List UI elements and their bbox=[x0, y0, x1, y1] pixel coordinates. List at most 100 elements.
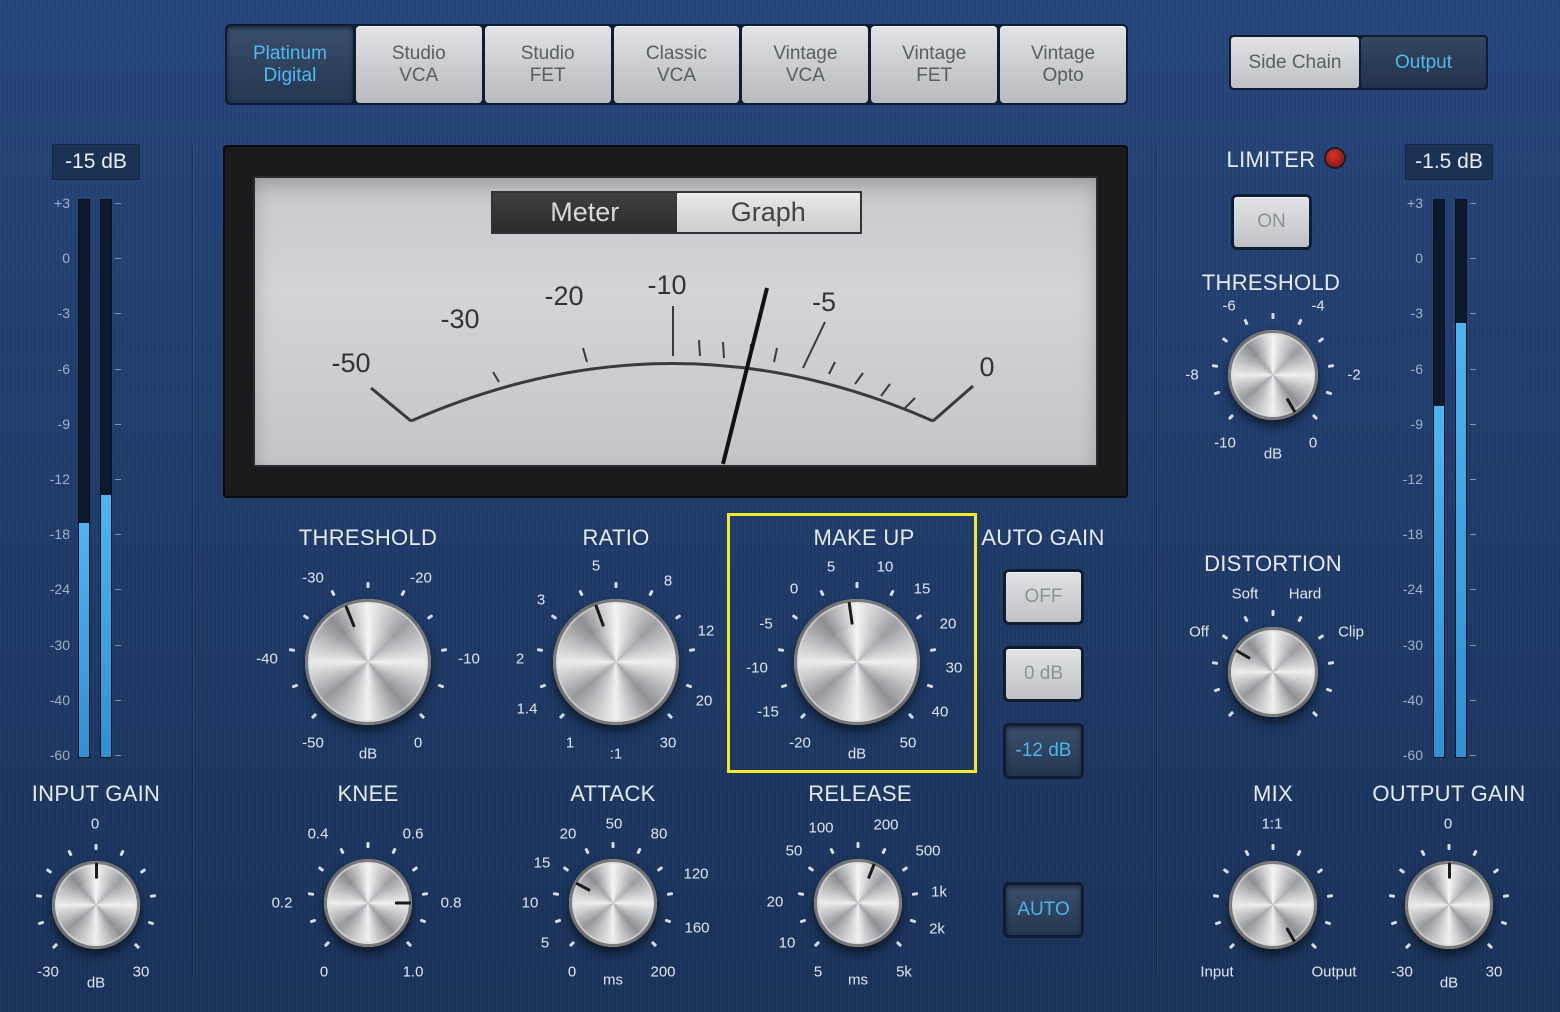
threshold-unit-label: dB bbox=[358, 745, 378, 763]
release-scale-mark bbox=[912, 891, 919, 896]
attack-scale-label: 80 bbox=[650, 825, 668, 843]
meter-scale-label: -60 bbox=[1402, 747, 1423, 763]
distortion-scale-mark bbox=[1328, 660, 1335, 665]
ratio-knob-indicator bbox=[593, 604, 605, 627]
threshold-scale-mark bbox=[400, 590, 406, 597]
output-meter-left bbox=[1433, 199, 1445, 758]
threshold-scale-label: -20 bbox=[410, 569, 432, 587]
mix-scale-mark bbox=[1324, 920, 1332, 926]
release-scale-label: 50 bbox=[785, 842, 803, 860]
vu-label: -20 bbox=[544, 281, 583, 311]
output-meter-right-fill bbox=[1456, 322, 1466, 757]
limiter-threshold-scale-mark bbox=[1271, 313, 1275, 319]
right-divider bbox=[1156, 145, 1157, 975]
ratio-scale-label: 12 bbox=[697, 622, 715, 640]
mix-scale-mark bbox=[1212, 893, 1219, 898]
limiter-threshold-knob[interactable] bbox=[1228, 330, 1318, 420]
output-gain-scale-mark bbox=[1492, 867, 1500, 874]
knee-scale-mark bbox=[411, 865, 419, 872]
model-button-1[interactable]: Studio VCA bbox=[355, 26, 482, 103]
vu-tick bbox=[582, 347, 588, 363]
output-gain-unit-label: dB bbox=[1439, 974, 1459, 992]
input-level-readout: -15 dB bbox=[52, 144, 140, 180]
meter-scale-label: -9 bbox=[57, 415, 70, 432]
ratio-scale-label: 30 bbox=[659, 734, 677, 752]
meter-scale-label: -24 bbox=[1402, 581, 1423, 598]
threshold-knob[interactable] bbox=[305, 599, 431, 725]
limiter-threshold-scale-mark bbox=[1213, 390, 1221, 396]
side-chain-button[interactable]: Side Chain bbox=[1231, 37, 1359, 88]
input-gain-unit-label: dB bbox=[86, 974, 106, 992]
threshold-scale-mark bbox=[419, 713, 426, 720]
meter-scale-tick bbox=[1470, 368, 1476, 370]
ratio-knob[interactable] bbox=[553, 599, 679, 725]
input-gain-knob[interactable] bbox=[52, 861, 140, 949]
auto-gain-off-button[interactable]: OFF bbox=[1006, 572, 1081, 622]
attack-knob[interactable] bbox=[569, 859, 657, 947]
limiter-on-button[interactable]: ON bbox=[1234, 197, 1309, 247]
distortion-scale-mark bbox=[1211, 660, 1218, 665]
release-knob[interactable] bbox=[814, 859, 902, 947]
input-gain-knob-indicator bbox=[94, 862, 98, 879]
meter-scale-label: -40 bbox=[49, 691, 70, 708]
output-gain-knob-indicator bbox=[1447, 862, 1451, 879]
output-gain-scale-mark bbox=[1388, 893, 1395, 898]
vu-needle bbox=[721, 287, 769, 465]
knee-scale-mark bbox=[422, 891, 429, 896]
attack-scale-mark bbox=[636, 847, 643, 855]
model-button-4[interactable]: Vintage VCA bbox=[742, 26, 869, 103]
threshold-scale-label: -50 bbox=[302, 734, 324, 752]
knee-knob[interactable] bbox=[324, 859, 412, 947]
mix-scale-mark bbox=[1296, 849, 1303, 857]
model-button-2[interactable]: Studio FET bbox=[484, 26, 611, 103]
output-button[interactable]: Output bbox=[1361, 37, 1486, 88]
limiter-threshold-scale-mark bbox=[1243, 319, 1249, 326]
threshold-scale-mark bbox=[330, 590, 336, 597]
ratio-title: RATIO bbox=[582, 525, 650, 550]
attack-scale-label: 15 bbox=[533, 854, 551, 872]
threshold-scale-mark bbox=[440, 648, 448, 652]
distortion-scale-label: Hard bbox=[1288, 585, 1322, 603]
threshold-scale-mark bbox=[288, 648, 296, 652]
input-gain-scale-mark bbox=[119, 849, 126, 857]
output-gain-scale-mark bbox=[1472, 849, 1479, 857]
meter-scale-label: -18 bbox=[49, 526, 70, 543]
input-gain-scale-label: -30 bbox=[37, 963, 59, 981]
knee-scale-label: 0.2 bbox=[271, 894, 293, 912]
model-button-0[interactable]: Platinum Digital bbox=[227, 26, 353, 103]
release-scale-mark bbox=[909, 918, 917, 924]
input-gain-scale-mark bbox=[66, 849, 73, 857]
auto-gain-minus12db-button[interactable]: -12 dB bbox=[1006, 726, 1081, 776]
input-gain-scale-mark bbox=[35, 893, 42, 898]
mix-scale-mark bbox=[1327, 893, 1334, 898]
meter-scale-tick bbox=[115, 644, 121, 646]
meter-scale-tick bbox=[1470, 534, 1476, 536]
mix-knob[interactable] bbox=[1229, 861, 1317, 949]
knee-scale-mark bbox=[419, 918, 427, 924]
input-gain-scale-mark bbox=[51, 942, 59, 950]
output-meter-right bbox=[1455, 199, 1467, 758]
output-gain-knob[interactable] bbox=[1405, 861, 1493, 949]
meter-scale-label: -18 bbox=[1402, 526, 1423, 543]
vu-tick bbox=[828, 361, 836, 375]
output-gain-scale-mark bbox=[1398, 867, 1406, 874]
auto-release-button[interactable]: AUTO bbox=[1006, 885, 1081, 935]
attack-scale-mark bbox=[552, 891, 559, 896]
mix-scale-mark bbox=[1243, 849, 1250, 857]
meter-scale-tick bbox=[115, 589, 121, 591]
ratio-scale-mark bbox=[550, 613, 558, 620]
threshold-scale-label: -40 bbox=[256, 650, 278, 668]
attack-scale-mark bbox=[656, 865, 664, 872]
model-button-3[interactable]: Classic VCA bbox=[613, 26, 740, 103]
distortion-knob[interactable] bbox=[1228, 627, 1318, 717]
model-button-6[interactable]: Vintage Opto bbox=[1000, 26, 1127, 103]
model-button-5[interactable]: Vintage FET bbox=[871, 26, 998, 103]
limiter-threshold-scale-mark bbox=[1317, 337, 1325, 344]
auto-gain-0db-button[interactable]: 0 dB bbox=[1006, 649, 1081, 699]
output-gain-scale-mark bbox=[1503, 893, 1510, 898]
vu-right-end bbox=[932, 384, 974, 423]
vu-scale-arc bbox=[410, 362, 934, 423]
attack-scale-label: 20 bbox=[559, 825, 577, 843]
meter-scale-tick bbox=[115, 534, 121, 536]
release-scale-label: 5 bbox=[813, 963, 823, 981]
